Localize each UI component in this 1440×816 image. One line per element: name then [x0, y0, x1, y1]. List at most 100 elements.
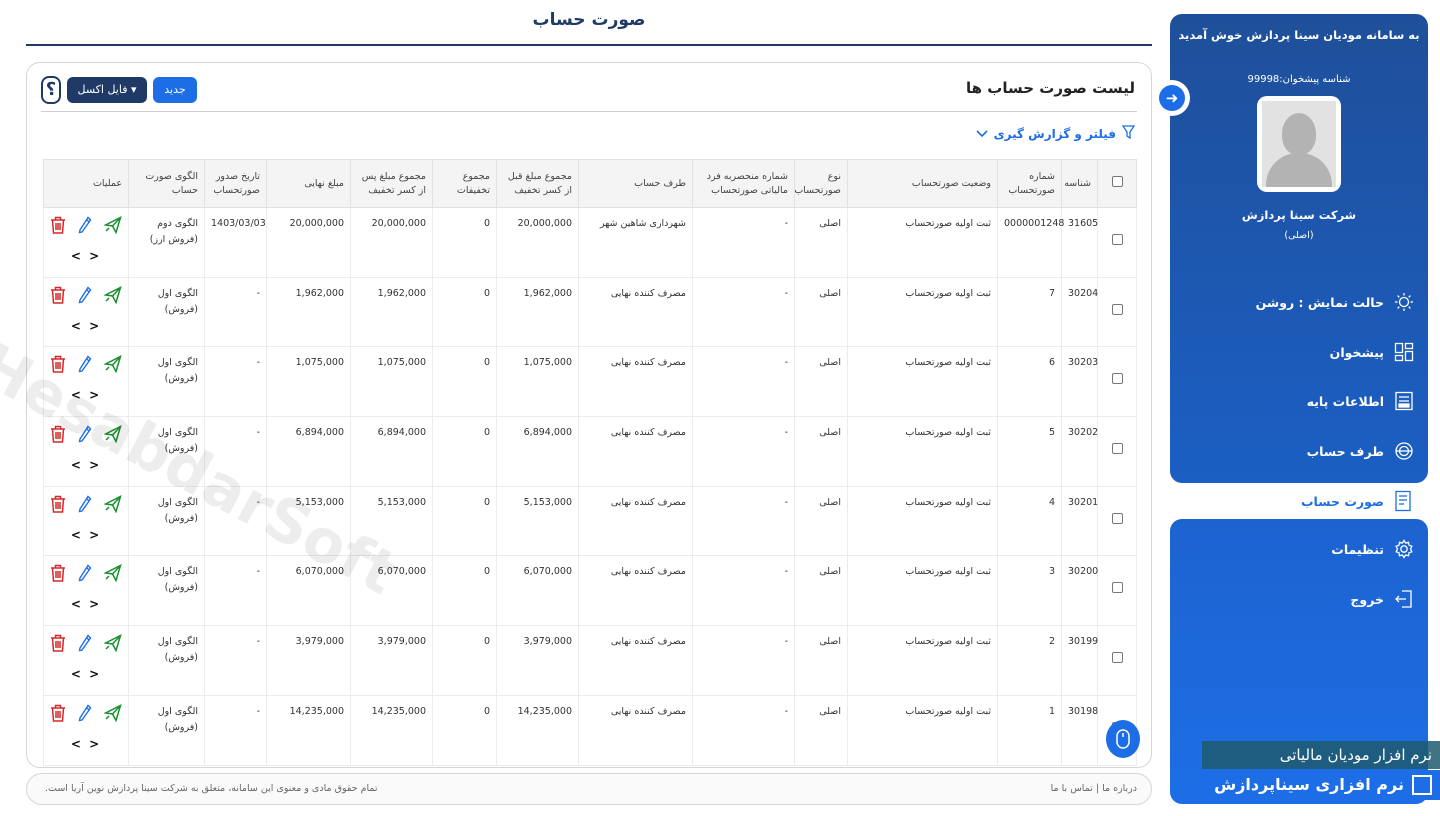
footer-links[interactable]: درباره ما | تماس با ما — [1051, 783, 1137, 794]
edit-icon[interactable] — [78, 355, 92, 379]
col-after-discount[interactable]: مجموع مبلغ پس از کسر تخفیف — [350, 159, 433, 208]
send-icon[interactable] — [103, 355, 122, 379]
table-row[interactable]: < > الگوی اول (فروش) -6,894,000 6,894,000 0 6… — [43, 416, 1137, 487]
checkbox[interactable] — [1111, 233, 1123, 245]
row-select-checkbox[interactable] — [1097, 416, 1137, 487]
delete-icon[interactable] — [50, 216, 66, 240]
edit-icon[interactable] — [78, 634, 92, 658]
table-row[interactable]: < > الگوی اول (فروش) -14,235,000 14,235,000… — [43, 694, 1137, 766]
sidebar-toggle-button[interactable]: ➜ — [1154, 80, 1190, 116]
theme-toggle[interactable]: حالت نمایش : روشن — [1170, 285, 1428, 319]
welcome-text: به سامانه مودیان سینا پردازش خوش آمدید — [1178, 28, 1420, 42]
checkbox[interactable] — [1111, 442, 1123, 454]
row-select-checkbox[interactable] — [1097, 276, 1137, 348]
table-row[interactable]: < > الگوی اول (فروش) -6,070,000 6,070,000 0 6… — [43, 555, 1137, 627]
delete-icon[interactable] — [50, 425, 66, 449]
row-select-checkbox[interactable] — [1097, 485, 1137, 557]
checkbox[interactable] — [1111, 651, 1123, 663]
sidebar-item-logout[interactable]: خروج — [1170, 582, 1428, 616]
sidebar-item-invoices[interactable]: صورت حساب — [1270, 484, 1428, 518]
col-before-discount[interactable]: مجموع مبلغ قبل از کسر تخفیف — [496, 159, 579, 208]
checkbox[interactable] — [1111, 512, 1123, 524]
send-icon[interactable] — [103, 425, 122, 449]
col-tax-id[interactable]: شماره منحصربه فرد مالیاتی صورتحساب — [692, 159, 795, 208]
row-nav-arrows[interactable]: < > — [71, 318, 101, 334]
checkbox[interactable] — [1111, 175, 1123, 187]
checkbox[interactable] — [1111, 373, 1123, 385]
row-nav-arrows[interactable]: < > — [71, 387, 101, 403]
delete-icon[interactable] — [50, 355, 66, 379]
delete-icon[interactable] — [50, 704, 66, 728]
sidebar-item-settings[interactable]: تنظیمات — [1170, 532, 1428, 566]
cell-id: 30204 — [1061, 276, 1098, 348]
edit-icon[interactable] — [78, 704, 92, 728]
delete-icon[interactable] — [50, 564, 66, 588]
row-nav-arrows[interactable]: < > — [71, 527, 101, 543]
col-party[interactable]: طرف حساب — [578, 159, 693, 208]
row-select-checkbox[interactable] — [1097, 346, 1137, 418]
row-nav-arrows[interactable]: < > — [71, 596, 101, 612]
col-pattern[interactable]: الگوی صورت حساب — [128, 159, 205, 208]
col-final[interactable]: مبلغ نهایی — [266, 159, 351, 208]
table-row[interactable]: < > الگوی دوم (فروش ارز) 1403/03/03 20,000,… — [43, 207, 1137, 278]
row-nav-arrows[interactable]: < > — [71, 736, 101, 752]
scroll-mouse-button[interactable] — [1106, 720, 1140, 758]
cell-discounts: 0 — [432, 555, 497, 627]
table-row[interactable]: < > الگوی اول (فروش) -1,075,000 1,075,000 0 1… — [43, 346, 1137, 418]
col-discounts[interactable]: مجموع تخفیفات — [432, 159, 497, 208]
delete-icon[interactable] — [50, 495, 66, 519]
send-icon[interactable] — [103, 285, 122, 310]
table-row[interactable]: < > الگوی اول (فروش) -3,979,000 3,979,000 0 3… — [43, 625, 1137, 696]
row-nav-arrows[interactable]: < > — [71, 666, 101, 682]
checkbox[interactable] — [1111, 303, 1123, 315]
filter-toggle[interactable]: فیلتر و گزارش گیری — [976, 125, 1136, 142]
edit-icon[interactable] — [78, 216, 92, 240]
row-nav-arrows[interactable]: < > — [71, 457, 101, 473]
cell-type: اصلی — [794, 346, 848, 418]
cell-final: 1,962,000 — [266, 276, 351, 348]
send-icon[interactable] — [103, 564, 122, 588]
sidebar-item-parties[interactable]: طرف حساب — [1170, 434, 1428, 468]
send-icon[interactable] — [103, 703, 122, 728]
footer-copyright: تمام حقوق مادی و معنوی این سامانه، متعلق… — [45, 783, 378, 794]
edit-icon[interactable] — [78, 286, 92, 310]
cell-after-discount: 5,153,000 — [350, 485, 433, 557]
cell-issue-date: - — [204, 555, 267, 627]
send-icon[interactable] — [103, 634, 122, 658]
sidebar-item-dashboard[interactable]: پیشخوان — [1170, 335, 1428, 369]
edit-icon[interactable] — [78, 425, 92, 449]
col-id[interactable]: شناسه — [1061, 159, 1098, 208]
delete-icon[interactable] — [50, 634, 66, 658]
table-row[interactable]: < > الگوی اول (فروش) -5,153,000 5,153,000 0 5… — [43, 485, 1137, 557]
row-select-checkbox[interactable] — [1097, 625, 1137, 696]
col-number[interactable]: شماره صورتحساب — [997, 159, 1062, 208]
new-invoice-button[interactable]: جدید — [153, 77, 197, 103]
cell-issue-date: - — [204, 416, 267, 487]
gear-icon — [1394, 539, 1414, 559]
col-type[interactable]: نوع صورتحساب — [794, 159, 848, 208]
checkbox[interactable] — [1111, 582, 1123, 594]
col-issue-date[interactable]: تاریخ صدور صورتحساب — [204, 159, 267, 208]
cell-number: 1 — [997, 694, 1062, 766]
row-select-checkbox[interactable] — [1097, 207, 1137, 278]
cell-status: ثبت اولیه صورتحساب — [847, 207, 998, 278]
send-icon[interactable] — [103, 216, 122, 240]
sidebar-item-base-info[interactable]: اطلاعات پایه — [1170, 384, 1428, 418]
delete-icon[interactable] — [50, 286, 66, 310]
arrow-right-icon: ➜ — [1159, 85, 1185, 111]
row-nav-arrows[interactable]: < > — [71, 248, 101, 264]
cell-tax-id: - — [692, 625, 795, 696]
cell-before-discount: 1,075,000 — [496, 346, 579, 418]
edit-icon[interactable] — [78, 564, 92, 588]
send-icon[interactable] — [103, 494, 122, 519]
table-row[interactable]: < > الگوی اول (فروش) -1,962,000 1,962,000 0 1… — [43, 276, 1137, 348]
excel-export-button[interactable]: فایل اکسل ▾ — [67, 77, 147, 103]
logout-icon — [1394, 589, 1414, 609]
cell-final: 3,979,000 — [266, 625, 351, 696]
help-button[interactable]: ؟ — [41, 76, 61, 104]
col-status[interactable]: وضعیت صورتحساب — [847, 159, 998, 208]
edit-icon[interactable] — [78, 495, 92, 519]
row-select-checkbox[interactable] — [1097, 555, 1137, 627]
select-all-checkbox[interactable] — [1097, 159, 1137, 208]
invoice-table: عملیات الگوی صورت حساب تاریخ صدور صورتحس… — [43, 159, 1137, 766]
